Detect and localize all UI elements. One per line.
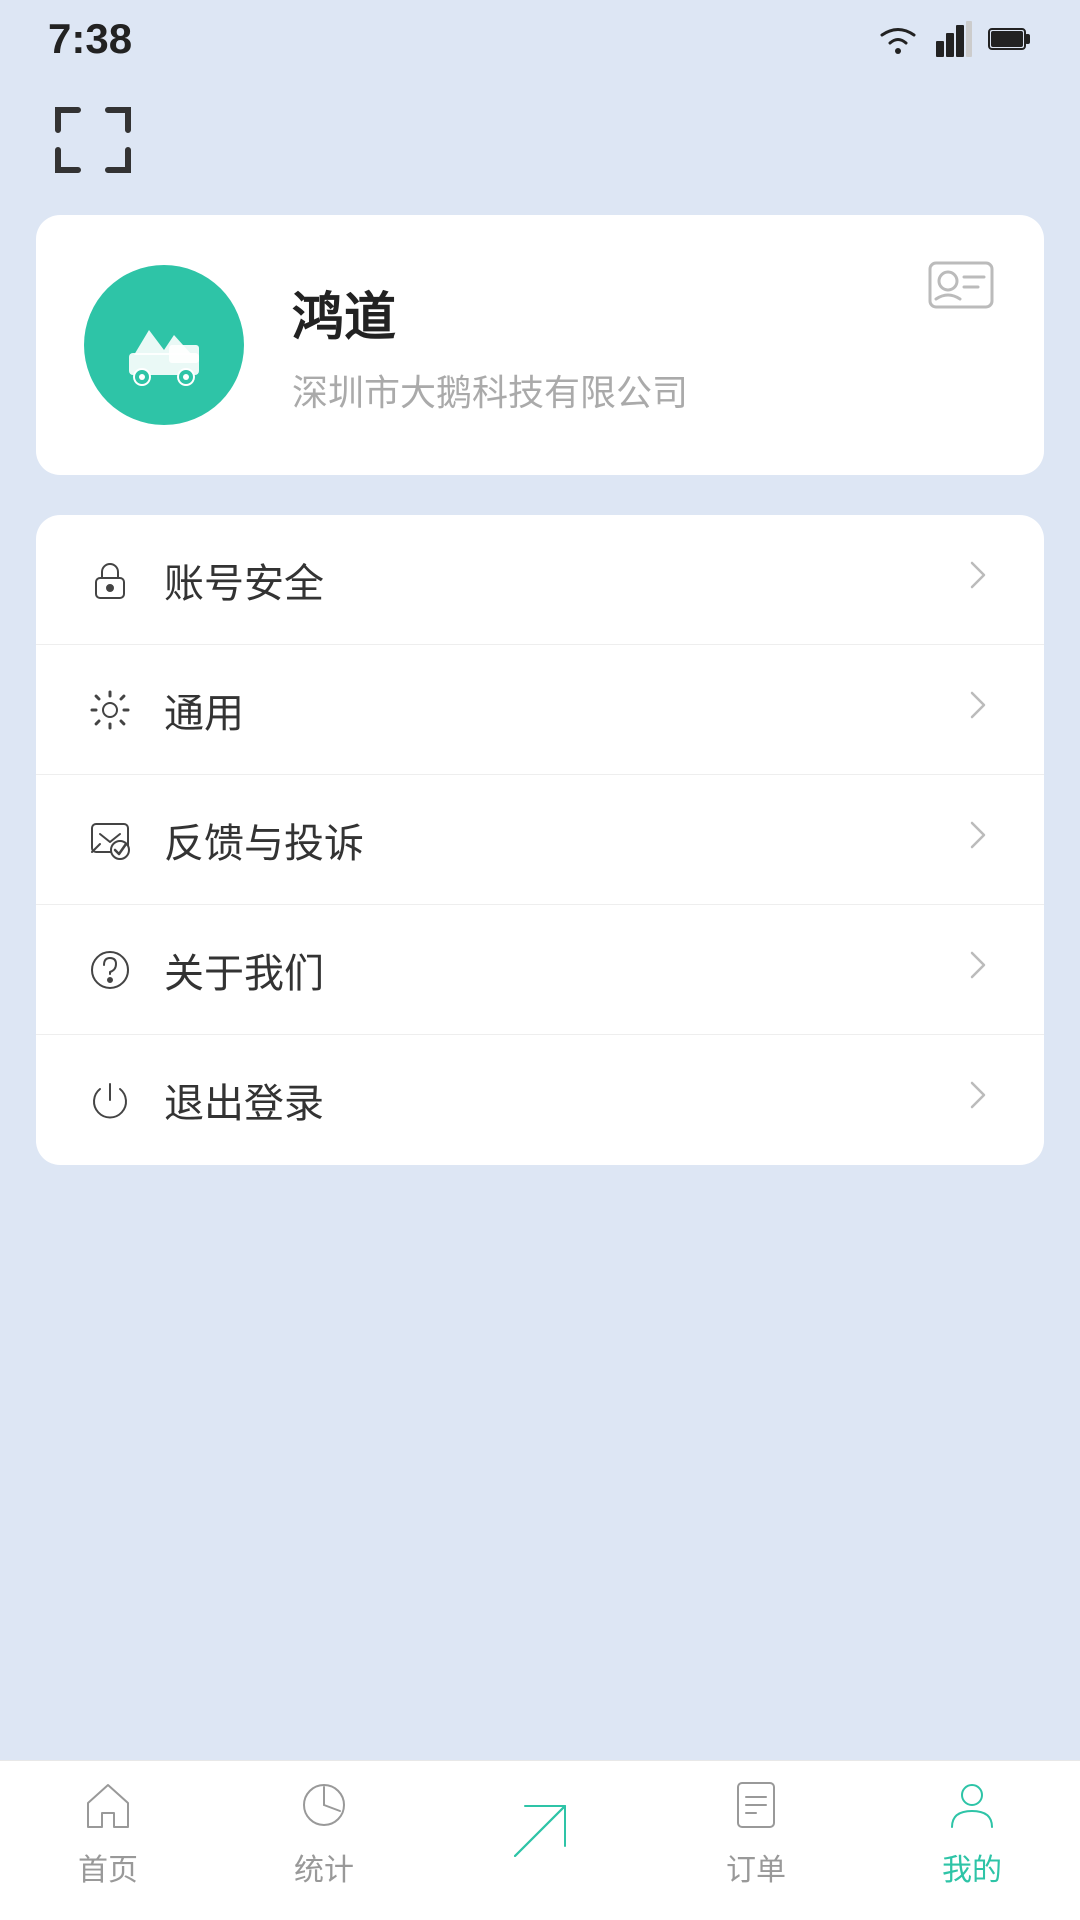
feedback-icon bbox=[84, 814, 136, 866]
menu-label-general: 通用 bbox=[164, 681, 960, 739]
nav-label-home: 首页 bbox=[78, 1845, 138, 1889]
profile-name: 鸿道 bbox=[292, 275, 996, 350]
signal-icon bbox=[936, 21, 972, 57]
nav-item-mine[interactable]: 我的 bbox=[892, 1773, 1052, 1889]
wifi-icon bbox=[876, 21, 920, 57]
chevron-right-icon-2 bbox=[960, 687, 996, 733]
menu-label-about: 关于我们 bbox=[164, 941, 960, 999]
settings-icon bbox=[84, 684, 136, 736]
nav-item-orders[interactable]: 订单 bbox=[676, 1773, 836, 1889]
qr-scan-icon bbox=[48, 100, 138, 180]
bottom-nav: 首页 统计 bbox=[0, 1760, 1080, 1920]
lock-icon bbox=[84, 554, 136, 606]
avatar bbox=[84, 265, 244, 425]
nav-label-mine: 我的 bbox=[942, 1845, 1002, 1889]
help-icon bbox=[84, 944, 136, 996]
power-icon bbox=[84, 1074, 136, 1126]
battery-icon bbox=[988, 25, 1032, 53]
avatar-icon bbox=[114, 295, 214, 395]
nav-item-home[interactable]: 首页 bbox=[28, 1773, 188, 1889]
chevron-right-icon-5 bbox=[960, 1077, 996, 1123]
status-time: 7:38 bbox=[48, 15, 132, 63]
nav-label-orders: 订单 bbox=[726, 1845, 786, 1889]
menu-item-logout[interactable]: 退出登录 bbox=[36, 1035, 1044, 1165]
profile-company: 深圳市大鹅科技有限公司 bbox=[292, 364, 996, 416]
stats-icon bbox=[292, 1773, 356, 1837]
nav-item-send[interactable] bbox=[460, 1781, 620, 1881]
qr-scan-area[interactable] bbox=[0, 70, 1080, 215]
nav-item-stats[interactable]: 统计 bbox=[244, 1773, 404, 1889]
nav-label-stats: 统计 bbox=[294, 1845, 354, 1889]
chevron-right-icon-3 bbox=[960, 817, 996, 863]
menu-label-logout: 退出登录 bbox=[164, 1071, 960, 1129]
status-bar: 7:38 bbox=[0, 0, 1080, 70]
id-card-button[interactable] bbox=[926, 255, 996, 320]
menu-item-feedback[interactable]: 反馈与投诉 bbox=[36, 775, 1044, 905]
menu-item-about[interactable]: 关于我们 bbox=[36, 905, 1044, 1035]
orders-icon bbox=[724, 1773, 788, 1837]
menu-item-account-security[interactable]: 账号安全 bbox=[36, 515, 1044, 645]
send-icon bbox=[490, 1781, 590, 1881]
person-icon bbox=[940, 1773, 1004, 1837]
profile-info: 鸿道 深圳市大鹅科技有限公司 bbox=[292, 275, 996, 416]
menu-label-account-security: 账号安全 bbox=[164, 551, 960, 609]
menu-card: 账号安全 通用 反馈与投诉 bbox=[36, 515, 1044, 1165]
id-card-icon bbox=[926, 255, 996, 315]
menu-label-feedback: 反馈与投诉 bbox=[164, 811, 960, 869]
status-icons bbox=[876, 21, 1032, 57]
chevron-right-icon bbox=[960, 557, 996, 603]
home-icon bbox=[76, 1773, 140, 1837]
chevron-right-icon-4 bbox=[960, 947, 996, 993]
menu-item-general[interactable]: 通用 bbox=[36, 645, 1044, 775]
profile-card: 鸿道 深圳市大鹅科技有限公司 bbox=[36, 215, 1044, 475]
